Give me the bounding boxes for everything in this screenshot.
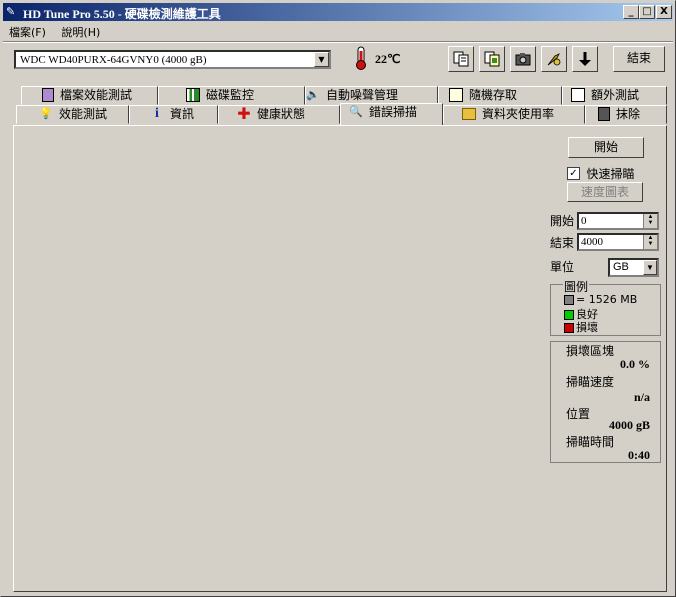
tab-random-access[interactable]: 隨機存取 <box>438 86 562 105</box>
drive-select[interactable]: WDC WD40PURX-64GVNY0 (4000 gB) ▼ <box>14 50 331 69</box>
window-title: HD Tune Pro 5.50 - 硬碟檢測維護工具 <box>23 7 221 21</box>
tab-file-benchmark[interactable]: 檔案效能測試 <box>21 86 158 105</box>
range-start-input[interactable]: 0 ▲ ▼ <box>577 212 659 230</box>
tab-health[interactable]: ✚ 健康狀態 <box>218 105 340 124</box>
legend-block-swatch <box>564 295 574 305</box>
range-end-input[interactable]: 4000 ▲ ▼ <box>577 233 659 251</box>
copy-screen-icon <box>484 51 500 67</box>
menu-bar: 檔案(F) 說明(H) <box>3 22 106 40</box>
scan-time-value: 0:40 <box>628 448 650 462</box>
legend-damaged-text: 損壞 <box>576 321 598 334</box>
position-label: 位置 <box>566 407 591 421</box>
quick-scan-option[interactable]: ✓ 快速掃瞄 <box>567 165 635 182</box>
range-end-spinner[interactable]: ▲ ▼ <box>643 235 657 249</box>
close-button[interactable]: X <box>656 5 672 19</box>
bar-chart-icon <box>186 88 200 102</box>
tab-disk-monitor[interactable]: 磁碟監控 <box>158 86 305 105</box>
copy-text-icon <box>453 51 469 67</box>
legend-block-size-text: = 1526 MB <box>576 293 638 306</box>
tab-label: 額外測試 <box>591 88 640 102</box>
menu-separator <box>3 41 673 43</box>
exit-button[interactable]: 結束 <box>613 46 665 72</box>
magnifier-icon: 🔍 <box>349 105 363 118</box>
scan-time-label: 掃瞄時間 <box>566 435 615 449</box>
range-end-value: 4000 <box>581 236 603 248</box>
thermometer-icon <box>356 46 366 70</box>
title-bar[interactable]: ✎ HD Tune Pro 5.50 - 硬碟檢測維護工具 _ □ X <box>3 3 673 21</box>
maximize-button[interactable]: □ <box>639 5 655 19</box>
screenshot-button[interactable] <box>510 46 536 72</box>
tab-label: 資訊 <box>170 107 195 121</box>
range-end-label: 結束 <box>550 236 575 250</box>
unit-label: 單位 <box>550 260 575 274</box>
random-access-icon <box>449 88 463 102</box>
position-value: 4000 gB <box>608 418 650 432</box>
save-button[interactable] <box>572 46 598 72</box>
file-benchmark-icon <box>42 88 54 102</box>
folder-icon <box>462 108 476 120</box>
damaged-blocks-value: 0.0 % <box>620 357 650 371</box>
lightbulb-icon: 💡 <box>39 107 53 120</box>
app-icon: ✎ <box>6 5 16 18</box>
tab-label: 資料夾使用率 <box>482 107 555 121</box>
options-button[interactable] <box>541 46 567 72</box>
info-icon: i <box>155 106 159 121</box>
chevron-down-icon[interactable]: ▼ <box>643 260 657 275</box>
tab-label: 錯誤掃描 <box>369 105 418 119</box>
tab-label: 抹除 <box>616 107 641 121</box>
tab-label: 檔案效能測試 <box>60 88 133 102</box>
quick-scan-checkbox[interactable]: ✓ <box>567 167 580 180</box>
start-scan-button[interactable]: 開始 <box>568 137 644 158</box>
legend-block-size: = 1526 MB <box>564 293 637 306</box>
copy-screen-button[interactable] <box>479 46 505 72</box>
quick-scan-label: 快速掃瞄 <box>586 167 635 181</box>
scan-speed-label: 掃瞄速度 <box>566 375 615 389</box>
tab-error-scan[interactable]: 🔍 錯誤掃描 <box>340 103 443 125</box>
scan-speed-value: n/a <box>633 390 650 404</box>
legend-damaged-swatch <box>564 323 574 333</box>
minimize-button[interactable]: _ <box>623 5 639 19</box>
tab-label: 隨機存取 <box>469 88 518 102</box>
range-start-spinner[interactable]: ▲ ▼ <box>643 214 657 228</box>
download-icon <box>579 52 591 66</box>
menu-file[interactable]: 檔案(F) <box>3 22 52 42</box>
extra-tests-icon <box>571 88 585 102</box>
health-cross-icon: ✚ <box>237 104 251 123</box>
damaged-blocks-label: 損壞區塊 <box>566 344 615 358</box>
tab-label: 自動噪聲管理 <box>326 88 399 102</box>
range-start-value: 0 <box>581 215 587 227</box>
temperature-readout: 22℃ <box>375 52 401 66</box>
tab-benchmark[interactable]: 💡 效能測試 <box>16 105 129 124</box>
tab-erase[interactable]: 抹除 <box>585 105 667 124</box>
chevron-down-icon[interactable]: ▼ <box>314 52 329 67</box>
unit-select-value: GB <box>613 261 629 273</box>
drive-select-value: WDC WD40PURX-64GVNY0 (4000 gB) <box>20 54 207 66</box>
legend-damaged: 損壞 <box>564 319 598 335</box>
legend-box: 圖例 = 1526 MB 良好 損壞 <box>550 278 661 336</box>
camera-icon <box>515 53 531 66</box>
tab-label: 效能測試 <box>59 107 108 121</box>
tab-extra-tests[interactable]: 額外測試 <box>562 86 667 105</box>
tab-label: 健康狀態 <box>257 107 306 121</box>
tab-label: 磁碟監控 <box>206 88 255 102</box>
range-start-label: 開始 <box>550 214 575 228</box>
tab-info[interactable]: i 資訊 <box>129 105 218 124</box>
app-window: ✎ HD Tune Pro 5.50 - 硬碟檢測維護工具 _ □ X 檔案(F… <box>0 0 676 597</box>
copy-text-button[interactable] <box>448 46 474 72</box>
scan-stats-box: 損壞區塊 0.0 % 掃瞄速度 n/a 位置 4000 gB 掃瞄時間 0:40 <box>550 341 661 463</box>
tab-folder-usage[interactable]: 資料夾使用率 <box>443 105 585 124</box>
speed-chart-button[interactable]: 速度圖表 <box>567 182 643 202</box>
options-icon <box>547 53 561 66</box>
speaker-icon: 🔈 <box>306 88 320 101</box>
trash-icon <box>598 107 610 121</box>
unit-select[interactable]: GB ▼ <box>608 258 659 277</box>
menu-help[interactable]: 說明(H) <box>55 22 106 42</box>
